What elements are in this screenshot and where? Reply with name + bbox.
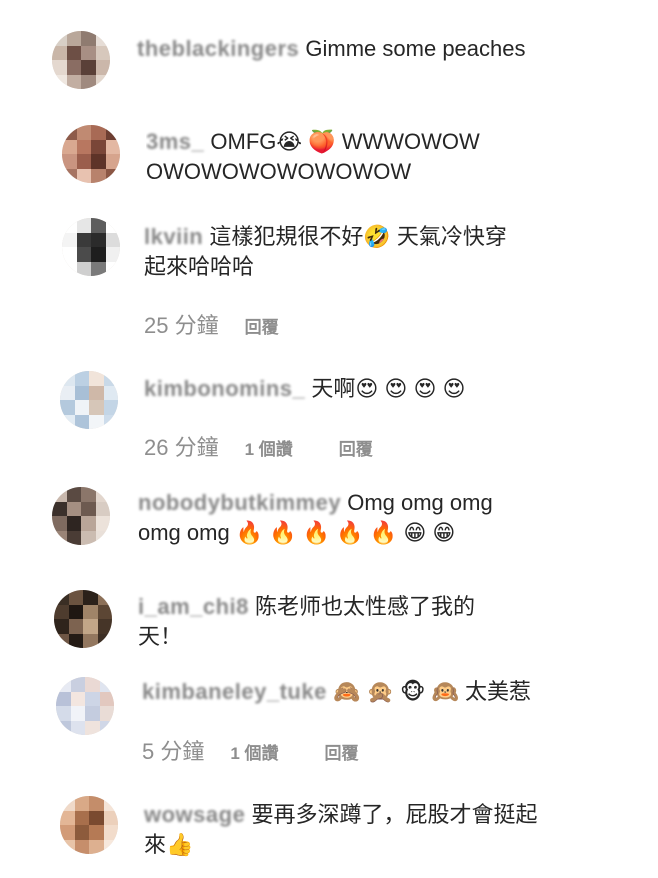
avatar[interactable] <box>54 590 112 648</box>
avatar[interactable] <box>60 796 118 854</box>
comment-username[interactable]: theblackingers <box>137 36 299 61</box>
comment-username[interactable]: kimbaneley_tuke <box>142 679 327 704</box>
comment-username[interactable]: lkviin <box>144 224 203 249</box>
comment-username[interactable]: 3ms_ <box>146 129 204 154</box>
avatar[interactable] <box>60 371 118 429</box>
comment-time: 25 分鐘 <box>144 313 219 338</box>
comment-text: 🙈 🙊 🐵 🙉 太美惹 <box>332 679 532 704</box>
reply-button[interactable]: 回覆 <box>245 313 279 338</box>
comment-body: kimbonomins_ 天啊😍 😍 😍 😍 <box>144 374 544 404</box>
comment-time: 26 分鐘 <box>144 435 219 460</box>
reply-button[interactable]: 回覆 <box>325 739 359 764</box>
comment-text: 天啊😍 😍 😍 😍 <box>311 376 466 401</box>
comment-meta: 25 分鐘 回覆 <box>144 308 279 340</box>
avatar[interactable] <box>62 218 120 276</box>
comment-body: kimbaneley_tuke 🙈 🙊 🐵 🙉 太美惹 <box>142 677 542 707</box>
comment-likes[interactable]: 1 個讚 <box>245 435 293 460</box>
comment-body: lkviin 這樣犯規很不好🤣 天氣冷快穿起來哈哈哈 <box>144 222 524 282</box>
avatar[interactable] <box>52 487 110 545</box>
comment-body: 3ms_ OMFG😭 🍑 WWWOWOWOWOWOWOWOWOWOW <box>146 127 491 187</box>
avatar[interactable] <box>52 31 110 89</box>
avatar[interactable] <box>62 125 120 183</box>
comment-body: i_am_chi8 陈老师也太性感了我的天！ <box>138 592 518 652</box>
comment-body: wowsage 要再多深蹲了，屁股才會挺起來👍 <box>144 800 544 860</box>
comment-username[interactable]: nobodybutkimmey <box>138 490 341 515</box>
comment-username[interactable]: i_am_chi8 <box>138 594 249 619</box>
comment-time: 5 分鐘 <box>142 739 205 764</box>
comment-meta: 26 分鐘 1 個讚 回覆 <box>144 430 373 462</box>
comment-username[interactable]: wowsage <box>144 802 245 827</box>
comment-body: theblackingers Gimme some peaches <box>137 34 537 64</box>
comment-text: Gimme some peaches <box>305 36 526 61</box>
avatar[interactable] <box>56 677 114 735</box>
comment-body: nobodybutkimmey Omg omg omg omg omg 🔥 🔥 … <box>138 488 498 548</box>
comment-meta: 5 分鐘 1 個讚 回覆 <box>142 734 359 766</box>
comment-username[interactable]: kimbonomins_ <box>144 376 305 401</box>
reply-button[interactable]: 回覆 <box>339 435 373 460</box>
comment-likes[interactable]: 1 個讚 <box>230 739 278 764</box>
